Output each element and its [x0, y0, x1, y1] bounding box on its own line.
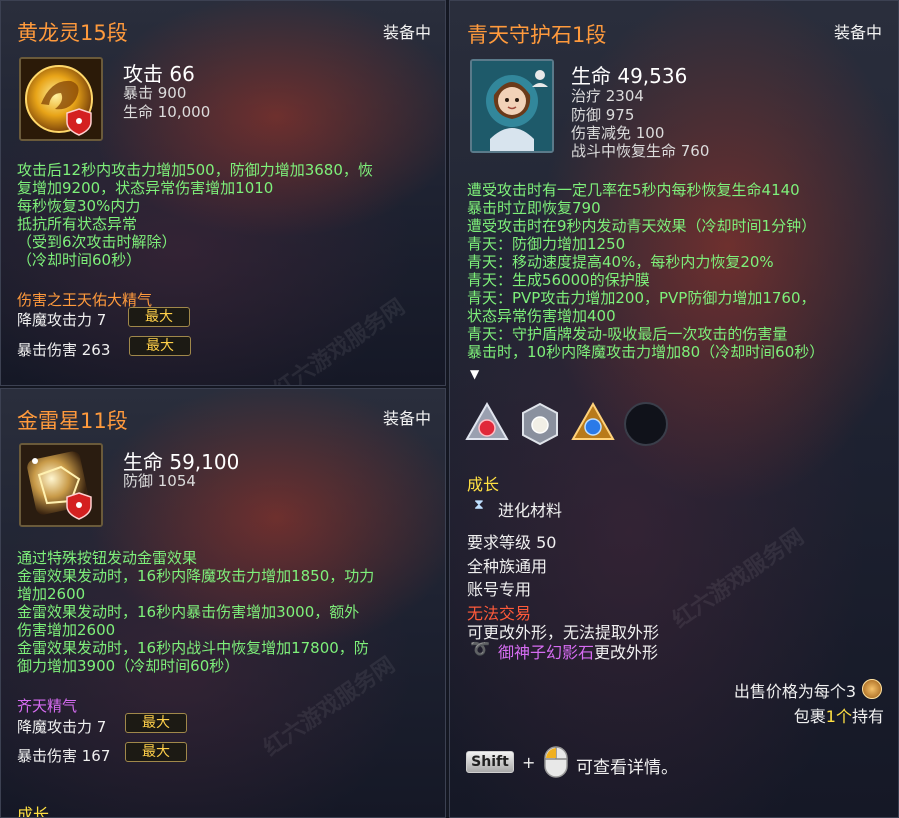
watermark: 红六游戏服务网 [269, 294, 410, 386]
tooltip-panel-sky-guardian: 红六游戏服务网 青天守护石1段 装备中 生命 49,536 治疗 2304 防御… [449, 0, 899, 818]
hourglass-icon: ⧗ [474, 497, 484, 513]
appearance-stone-link[interactable]: 御神子幻影石 [498, 643, 594, 662]
effect-line: 增加2600 [17, 585, 86, 603]
effect-line: 每秒恢复30%内力 [17, 197, 141, 215]
effect-line: 青天：生成56000的保护膜 [467, 271, 650, 289]
tooltip-panel-yellow-dragon: 红六游戏服务网 黄龙灵15段 装备中 攻击 66 暴击 900 生命 10,00… [0, 0, 446, 386]
blue-gem-icon[interactable] [570, 401, 616, 447]
item-title: 黄龙灵15段 [17, 21, 128, 45]
equipped-label: 装备中 [382, 23, 431, 42]
growth-label: 成长 [467, 475, 500, 494]
sell-price: 出售价格为每个3 [733, 682, 856, 701]
effect-line: 金雷效果发动时，16秒内暴击伤害增加3000，额外 [17, 603, 360, 621]
scroll-down-arrow-icon[interactable]: ▼ [470, 367, 479, 381]
effect-line: （冷却时间60秒） [17, 251, 142, 269]
bonus-stat: 暴击伤害 167 [17, 747, 111, 765]
growth-label: 成长 [17, 805, 50, 818]
sub-stat-crit: 暴击 900 [123, 84, 187, 102]
effect-line: 遭受攻击时有一定几率在5秒内每秒恢复生命4140 [467, 181, 800, 199]
effect-line: 暴击时，10秒内降魔攻击力增加80（冷却时间60秒） [467, 343, 825, 361]
red-gem-icon[interactable] [464, 401, 510, 447]
sub-stat-hp: 生命 10,000 [123, 103, 211, 121]
effect-line: 遭受攻击时在9秒内发动青天效果（冷却时间1分钟） [467, 217, 817, 235]
white-pearl-gem-icon[interactable] [517, 401, 563, 447]
watermark: 红六游戏服务网 [668, 524, 809, 634]
empty-gem-slot[interactable] [623, 401, 669, 447]
bonus-stat: 降魔攻击力 7 [17, 718, 107, 736]
effect-line: 青天：PVP攻击力增加200，PVP防御力增加1760， [467, 289, 816, 307]
equipped-label: 装备中 [833, 23, 882, 42]
sub-stat: 战斗中恢复生命 760 [571, 142, 710, 160]
binding-type: 账号专用 [467, 580, 532, 599]
watermark: 红六游戏服务网 [259, 652, 400, 762]
max-badge: 最大 [129, 336, 191, 356]
effect-line: 抵抗所有状态异常 [17, 215, 138, 233]
effect-line: 青天：防御力增加1250 [467, 235, 626, 253]
golden-thunder-star-icon[interactable] [19, 443, 103, 527]
mouse-icon [544, 746, 568, 778]
equipped-label: 装备中 [382, 409, 431, 428]
required-level: 要求等级 50 [467, 533, 557, 552]
effect-line: 通过特殊按钮发动金雷效果 [17, 549, 198, 567]
inventory-suffix: 持有 [851, 707, 884, 726]
max-badge: 最大 [125, 713, 187, 733]
effect-line: 状态异常伤害增加400 [467, 307, 616, 325]
effect-line: 青天：守护盾牌发动-吸收最后一次攻击的伤害量 [467, 325, 788, 343]
sub-stat-defense: 防御 1054 [123, 472, 196, 490]
appearance-suffix: 更改外形 [594, 643, 659, 662]
appearance-stone-line: 御神子幻影石更改外形 [498, 639, 658, 663]
max-badge: 最大 [128, 307, 190, 327]
sky-guardian-stone-icon[interactable] [470, 59, 554, 153]
effect-line: 金雷效果发动时，16秒内降魔攻击力增加1850，功力 [17, 567, 375, 585]
inventory-count-line: 包裹1个持有 [794, 703, 884, 727]
item-title: 青天守护石1段 [467, 23, 607, 47]
effect-line: 攻击后12秒内攻击力增加500，防御力增加3680，恢 [17, 161, 373, 179]
max-badge: 最大 [125, 742, 187, 762]
swirl-icon: ➰ [470, 639, 490, 658]
race-restriction: 全种族通用 [467, 557, 548, 576]
sub-stat: 治疗 2304 [571, 87, 644, 105]
effect-line: （受到6次攻击时解除） [17, 233, 177, 251]
plus-sign: + [522, 753, 536, 772]
bonus-stat: 降魔攻击力 7 [17, 311, 107, 329]
effect-line: 复增加9200，状态异常伤害增加1010 [17, 179, 274, 197]
inventory-count: 1个 [825, 707, 852, 726]
golden-dragon-soul-icon[interactable] [19, 57, 103, 141]
effect-line: 暴击时立即恢复790 [467, 199, 601, 217]
effect-line: 御力增加3900（冷却时间60秒） [17, 657, 240, 675]
shift-key-icon: Shift [466, 751, 514, 773]
item-title: 金雷星11段 [17, 409, 128, 433]
effect-line: 金雷效果发动时，16秒内战斗中恢复增加17800，防 [17, 639, 369, 657]
detail-hint: 可查看详情。 [576, 758, 678, 778]
growth-item: 进化材料 [498, 501, 563, 520]
bonus-stat: 暴击伤害 263 [17, 341, 111, 359]
effect-line: 青天：移动速度提高40%，每秒内力恢复20% [467, 253, 774, 271]
copper-coin-icon [862, 679, 882, 699]
tooltip-panel-golden-thunder: 红六游戏服务网 金雷星11段 装备中 生命 59,100 防御 1054 通过特… [0, 388, 446, 818]
effect-line: 伤害增加2600 [17, 621, 116, 639]
bonus-title: 齐天精气 [17, 697, 78, 715]
inventory-prefix: 包裹 [793, 707, 826, 726]
